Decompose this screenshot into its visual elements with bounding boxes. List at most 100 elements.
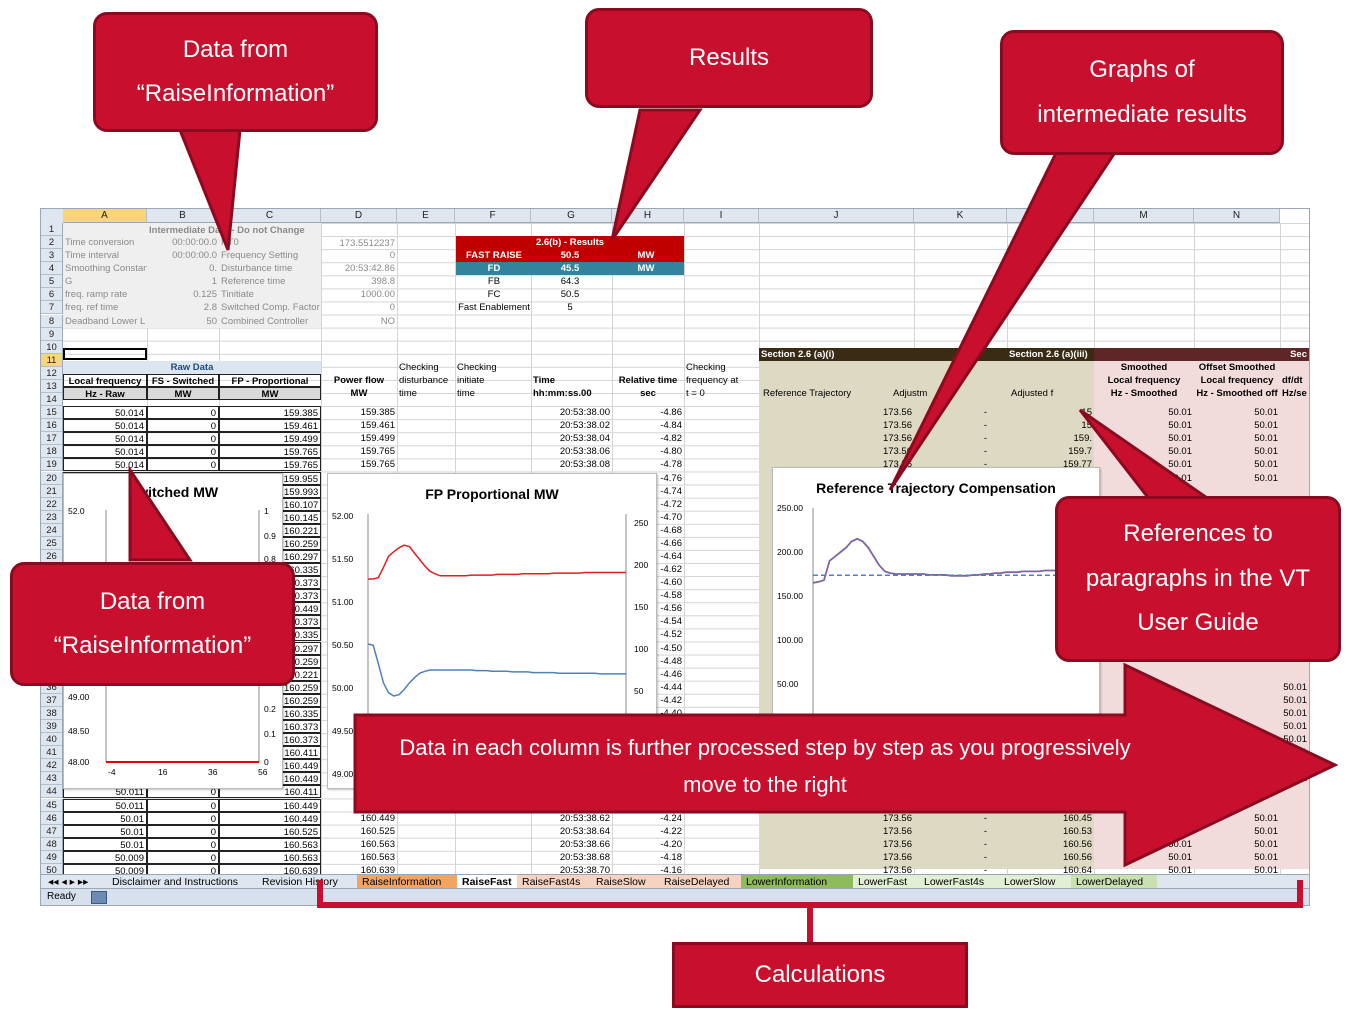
col-n-cell[interactable]: 50.01	[1194, 445, 1280, 458]
col-l-cell[interactable]: 159.7	[1007, 445, 1094, 458]
col-m-cell[interactable]: 50.01	[1094, 851, 1194, 864]
row-header-40[interactable]: 40	[41, 733, 63, 747]
col-n-cell[interactable]: 50.01	[1194, 419, 1280, 432]
row-header-23[interactable]: 23	[41, 510, 63, 524]
col-header-k[interactable]: K	[914, 209, 1007, 223]
col-a-cell[interactable]: 50.014	[63, 445, 147, 459]
col-a-cell[interactable]: 50.01	[63, 837, 147, 851]
col-a-cell[interactable]: 50.01	[63, 811, 147, 825]
col-m-cell[interactable]: 50.01	[1094, 838, 1194, 851]
col-a-cell[interactable]: 50.014	[63, 432, 147, 446]
row-header-21[interactable]: 21	[41, 484, 63, 498]
col-h-cell[interactable]: -4.66	[655, 536, 684, 550]
col-c-cell[interactable]: 160.259	[281, 693, 321, 707]
col-c-cell[interactable]: 159.765	[219, 445, 321, 459]
sheet-tab-raiseslow[interactable]: RaiseSlow	[591, 875, 659, 889]
row-header-20[interactable]: 20	[41, 471, 63, 485]
col-m-cell[interactable]: 50.01	[1094, 812, 1194, 825]
col-g-cell[interactable]: 20:53:38.08	[531, 458, 612, 471]
row-header-5[interactable]: 5	[41, 275, 63, 289]
col-d-cell[interactable]: 160.563	[321, 851, 397, 864]
col-c-cell[interactable]: 160.221	[281, 523, 321, 537]
col-n-cell[interactable]: 50.01	[1194, 851, 1280, 864]
col-c-cell[interactable]: 160.449	[219, 811, 321, 825]
row-header-3[interactable]: 3	[41, 249, 63, 263]
col-j-cell[interactable]: 173.56	[759, 445, 914, 458]
col-h-cell[interactable]: -4.56	[655, 602, 684, 616]
col-n-cell[interactable]: 50.01	[1194, 432, 1280, 445]
col-c-cell[interactable]: 160.563	[219, 837, 321, 851]
col-a-cell[interactable]: 50.014	[63, 419, 147, 433]
col-b-cell[interactable]: 0	[147, 432, 219, 446]
col-l-cell[interactable]: 160.45	[1007, 812, 1094, 825]
col-c-cell[interactable]: 159.765	[219, 458, 321, 472]
col-a-cell[interactable]: 50.01	[63, 824, 147, 838]
row-header-46[interactable]: 46	[41, 811, 63, 825]
col-n-cell[interactable]: 50.01	[1194, 812, 1280, 825]
row-header-8[interactable]: 8	[41, 314, 63, 328]
row-header-15[interactable]: 15	[41, 406, 63, 420]
col-n-cell[interactable]: 50.01	[1251, 694, 1309, 707]
col-h-cell[interactable]: -4.62	[655, 563, 684, 577]
col-d-cell[interactable]: 159.765	[321, 458, 397, 471]
col-j-cell[interactable]: 173.56	[759, 851, 914, 864]
col-g-cell[interactable]: 20:53:38.64	[531, 825, 612, 838]
col-c-cell[interactable]: 160.563	[219, 850, 321, 864]
col-header-b[interactable]: B	[147, 209, 219, 223]
col-b-cell[interactable]: 0	[147, 419, 219, 433]
row-header-4[interactable]: 4	[41, 262, 63, 276]
col-h-cell[interactable]: -4.74	[655, 484, 684, 498]
col-h-cell[interactable]: -4.60	[655, 576, 684, 590]
sheet-tab-raisefast[interactable]: RaiseFast	[457, 875, 517, 889]
col-n-cell[interactable]: 50.01	[1251, 720, 1309, 733]
col-k-cell[interactable]: -	[914, 838, 1007, 851]
col-l-cell[interactable]: 160.56	[1007, 838, 1094, 851]
col-c-cell[interactable]: 160.145	[281, 510, 321, 524]
col-k-cell[interactable]: -	[914, 419, 1007, 432]
row-header-11[interactable]: 11	[41, 353, 63, 367]
col-h-cell[interactable]: -4.80	[612, 445, 684, 458]
col-c-cell[interactable]: 160.449	[281, 772, 321, 786]
row-header-6[interactable]: 6	[41, 288, 63, 302]
col-header-h[interactable]: H	[612, 209, 684, 223]
col-n-cell[interactable]: 50.01	[1251, 746, 1309, 759]
col-header-d[interactable]: D	[321, 209, 397, 223]
col-m-cell[interactable]: 50.01	[1094, 445, 1194, 458]
col-header-m[interactable]: M	[1094, 209, 1194, 223]
row-header-44[interactable]: 44	[41, 785, 63, 799]
col-header-l[interactable]: L	[1007, 209, 1094, 223]
col-h-cell[interactable]: -4.48	[655, 654, 684, 668]
col-h-cell[interactable]: -4.20	[612, 838, 684, 851]
row-header-22[interactable]: 22	[41, 497, 63, 511]
row-header-47[interactable]: 47	[41, 824, 63, 838]
col-a-cell[interactable]: 50.009	[63, 850, 147, 864]
col-m-cell[interactable]: 50.01	[1094, 825, 1194, 838]
col-header-a[interactable]: A	[63, 209, 147, 223]
col-m-cell[interactable]: 50.01	[1094, 406, 1194, 419]
selected-cell-a11[interactable]	[63, 348, 147, 360]
row-header-14[interactable]: 14	[41, 393, 63, 407]
row-header-2[interactable]: 2	[41, 236, 63, 250]
col-n-cell[interactable]: 50.01	[1251, 759, 1309, 772]
col-b-cell[interactable]: 0	[147, 445, 219, 459]
col-l-cell[interactable]: 160.56	[1007, 851, 1094, 864]
col-n-cell[interactable]: 50.01	[1194, 472, 1280, 485]
col-l-cell[interactable]: 160.53	[1007, 825, 1094, 838]
row-header-43[interactable]: 43	[41, 772, 63, 786]
row-header-1[interactable]: 1	[41, 223, 63, 236]
row-header-25[interactable]: 25	[41, 536, 63, 550]
col-h-cell[interactable]: -4.78	[612, 458, 684, 471]
col-g-cell[interactable]: 20:53:38.06	[531, 445, 612, 458]
col-k-cell[interactable]: -	[914, 825, 1007, 838]
sheet-tab-lowerfast[interactable]: LowerFast	[853, 875, 919, 889]
col-d-cell[interactable]: 159.765	[321, 445, 397, 458]
col-b-cell[interactable]: 0	[147, 798, 219, 812]
col-g-cell[interactable]: 20:53:38.00	[531, 406, 612, 419]
sheet-tab-lowerfast4s[interactable]: LowerFast4s	[919, 875, 999, 889]
col-header-f[interactable]: F	[455, 209, 531, 223]
col-m-cell[interactable]: 50.01	[1094, 432, 1194, 445]
col-h-cell[interactable]: -4.84	[612, 419, 684, 432]
col-l-cell[interactable]: 15	[1007, 406, 1094, 419]
col-n-cell[interactable]: 50.01	[1251, 772, 1309, 785]
col-k-cell[interactable]: -	[914, 406, 1007, 419]
